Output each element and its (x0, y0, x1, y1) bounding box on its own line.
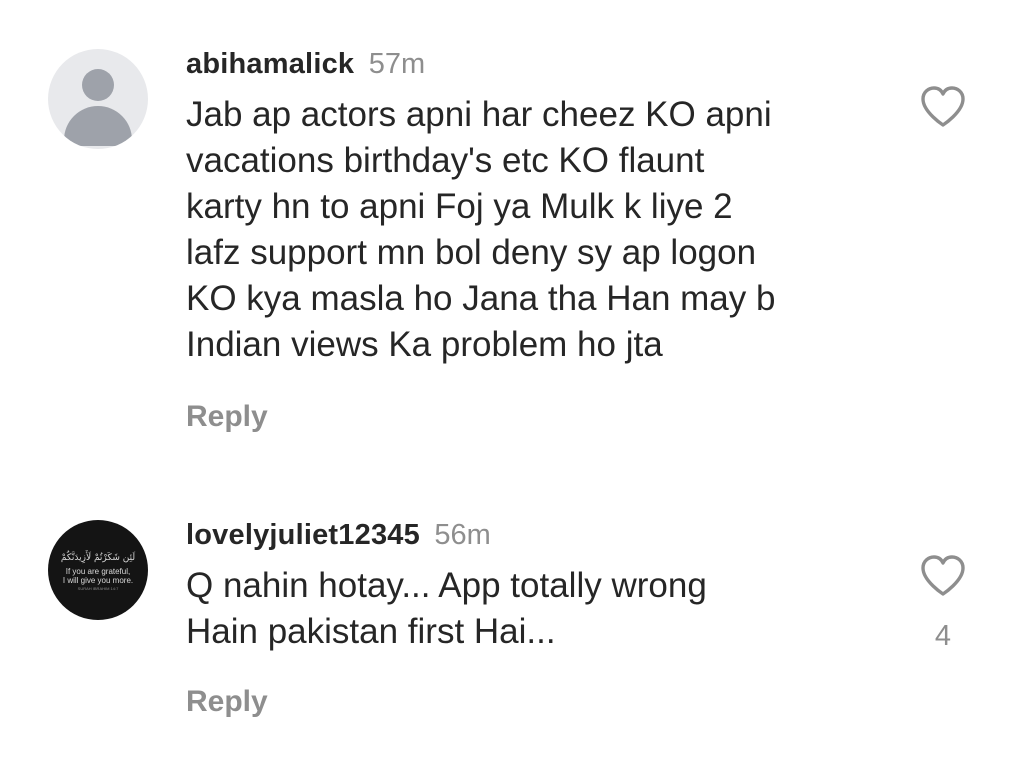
avatar-quote-line: If you are grateful, (65, 567, 131, 576)
username[interactable]: abihamalick (186, 48, 354, 80)
avatar-quote-line: I will give you more. (62, 576, 134, 585)
avatar[interactable]: لَئِن شَكَرْتُمْ لَأَزِيدَنَّكُمْ If you… (48, 520, 148, 620)
comments-list: abihamalick 57m Jab ap actors apni har c… (0, 0, 1024, 768)
heart-outline-icon[interactable] (917, 81, 969, 133)
avatar-arabic-text: لَئِن شَكَرْتُمْ لَأَزِيدَنَّكُمْ (60, 553, 136, 563)
avatar-head-shape (82, 69, 114, 101)
timestamp: 57m (368, 48, 426, 80)
comment-text: Q nahin hotay... App totally wrong Hain … (186, 566, 707, 651)
username[interactable]: lovelyjuliet12345 (186, 519, 420, 551)
avatar[interactable] (48, 49, 148, 149)
reply-button[interactable]: Reply (186, 400, 268, 434)
reply-button[interactable]: Reply (186, 685, 268, 719)
comment-text: Jab ap actors apni har cheez KO apni vac… (186, 95, 776, 364)
heart-outline-icon[interactable] (917, 550, 969, 602)
avatar-body-shape (64, 106, 132, 146)
comment-meta: lovelyjuliet12345 56m (186, 515, 876, 555)
comment-content: lovelyjuliet12345 56m Q nahin hotay... A… (186, 515, 876, 655)
timestamp: 56m (434, 519, 491, 551)
comment-item: abihamalick 57m Jab ap actors apni har c… (0, 0, 1024, 480)
comment-meta: abihamalick 57m (186, 44, 876, 84)
comment-item: لَئِن شَكَرْتُمْ لَأَزِيدَنَّكُمْ If you… (0, 480, 1024, 768)
like-count[interactable]: 4 (917, 620, 969, 653)
avatar-quote-source: SURAH IBRAHIM 14:7 (77, 586, 119, 591)
comment-content: abihamalick 57m Jab ap actors apni har c… (186, 44, 876, 368)
